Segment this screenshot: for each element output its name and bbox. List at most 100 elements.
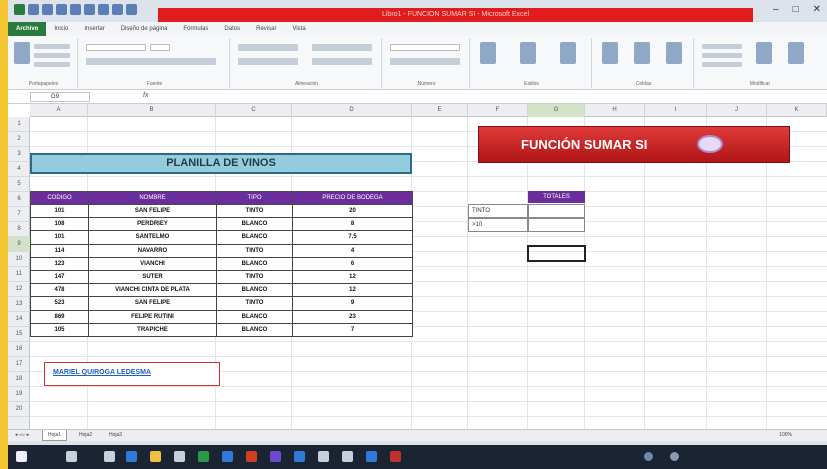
table-cell[interactable]: 12 [292, 269, 413, 285]
close-button[interactable]: ✕ [813, 4, 821, 15]
column-header[interactable]: F [468, 104, 528, 117]
row-header[interactable]: 2 [8, 132, 30, 147]
number-format-select[interactable] [390, 44, 460, 51]
column-header[interactable]: E [412, 104, 468, 117]
total-cell[interactable] [528, 218, 585, 232]
tab-vista[interactable]: Vista [284, 26, 313, 32]
onenote-taskbar-icon[interactable] [270, 451, 281, 462]
column-header[interactable]: B [88, 104, 216, 117]
table-header-cell[interactable]: TIPO [216, 191, 293, 205]
print-icon[interactable] [70, 4, 81, 15]
insert-cells-icon[interactable] [602, 42, 618, 64]
table-cell[interactable]: BLANCO [216, 230, 293, 245]
row-header[interactable]: 8 [8, 222, 30, 237]
powerpoint-taskbar-icon[interactable] [246, 451, 257, 462]
table-cell[interactable]: BLANCO [216, 256, 293, 271]
table-cell[interactable]: 8 [292, 217, 413, 232]
tab-datos[interactable]: Datos [216, 26, 248, 32]
row-header[interactable]: 15 [8, 327, 30, 342]
column-header[interactable]: J [707, 104, 767, 117]
windows-start-icon[interactable] [16, 451, 27, 462]
total-cell[interactable] [528, 204, 585, 218]
row-header[interactable]: 20 [8, 402, 30, 417]
row-header[interactable]: 7 [8, 207, 30, 222]
number-buttons[interactable] [390, 58, 460, 65]
table-cell[interactable]: NAVARRO [88, 243, 217, 258]
autosum-button[interactable] [702, 44, 742, 49]
table-header-cell[interactable]: NOMBRE [88, 191, 217, 205]
cut-button[interactable] [34, 44, 70, 49]
row-header[interactable]: 16 [8, 342, 30, 357]
worksheet-grid[interactable]: PLANILLA DE VINOS CODIGO NOMBRE TIPO PRE… [30, 117, 827, 429]
table-cell[interactable]: 9 [292, 296, 413, 311]
table-cell[interactable]: 23 [292, 309, 413, 324]
row-header[interactable]: 14 [8, 312, 30, 327]
table-cell[interactable]: 6 [292, 256, 413, 271]
cell-styles-icon[interactable] [560, 42, 576, 64]
table-cell[interactable]: 478 [30, 283, 89, 298]
tab-file[interactable]: Archivo [8, 22, 47, 36]
author-link[interactable]: MARIEL QUIROGA LEDESMA [53, 369, 151, 376]
table-cell[interactable]: BLANCO [216, 309, 293, 324]
row-header[interactable]: 13 [8, 297, 30, 312]
format-as-table-icon[interactable] [520, 42, 536, 64]
table-cell[interactable]: 12 [292, 283, 413, 298]
volume-icon[interactable] [670, 452, 679, 461]
format-painter-icon[interactable] [84, 4, 95, 15]
tab-formulas[interactable]: Fórmulas [175, 26, 216, 32]
table-cell[interactable]: 105 [30, 322, 89, 337]
table-cell[interactable]: VIANCHI CINTA DE PLATA [88, 283, 217, 298]
selected-cell[interactable] [527, 245, 586, 262]
merge-center-button[interactable] [312, 58, 372, 65]
redo-icon[interactable] [56, 4, 67, 15]
table-cell[interactable]: BLANCO [216, 322, 293, 337]
customize-icon[interactable] [126, 4, 137, 15]
table-cell[interactable]: 20 [292, 203, 413, 219]
table-header-cell[interactable]: PRECIO DE BODEGA [292, 191, 413, 205]
table-cell[interactable]: 108 [30, 217, 89, 232]
table-cell[interactable]: BLANCO [216, 217, 293, 232]
table-cell[interactable]: VIANCHI [88, 256, 217, 271]
sort-icon[interactable] [98, 4, 109, 15]
table-cell[interactable]: SUTER [88, 269, 217, 285]
font-format-buttons[interactable] [86, 58, 216, 65]
table-cell[interactable]: 523 [30, 296, 89, 311]
conditional-format-icon[interactable] [480, 42, 496, 64]
row-header[interactable]: 12 [8, 282, 30, 297]
table-cell[interactable]: 101 [30, 203, 89, 219]
tab-diseno[interactable]: Diseño de página [113, 26, 176, 32]
sheet-nav-arrows[interactable]: ◂ ◃ ▹ ▸ [10, 430, 34, 441]
column-header[interactable]: G [528, 104, 585, 117]
criteria-cell[interactable]: >10 [468, 218, 528, 232]
folder-icon[interactable] [150, 451, 161, 462]
table-cell[interactable]: TINTO [216, 203, 293, 219]
app-taskbar-icon[interactable] [318, 451, 329, 462]
outlook-taskbar-icon[interactable] [294, 451, 305, 462]
find-select-icon[interactable] [788, 42, 804, 64]
table-cell[interactable]: 123 [30, 256, 89, 271]
table-cell[interactable]: FELIPE RUTINI [88, 309, 217, 324]
table-cell[interactable]: 7 [292, 322, 413, 337]
clear-button[interactable] [702, 62, 742, 67]
table-cell[interactable]: TINTO [216, 269, 293, 285]
chart-icon[interactable] [112, 4, 123, 15]
table-cell[interactable]: BLANCO [216, 283, 293, 298]
totales-header[interactable]: TOTALES [528, 191, 585, 203]
fill-button[interactable] [702, 53, 742, 58]
table-cell[interactable]: TINTO [216, 296, 293, 311]
row-header[interactable]: 11 [8, 267, 30, 282]
search-icon[interactable] [66, 451, 77, 462]
table-cell[interactable]: SAN FELIPE [88, 203, 217, 219]
table-cell[interactable]: 147 [30, 269, 89, 285]
table-header-cell[interactable]: CODIGO [30, 191, 89, 205]
row-header[interactable]: 19 [8, 387, 30, 402]
edge-icon[interactable] [126, 451, 137, 462]
table-cell[interactable]: 869 [30, 309, 89, 324]
row-header[interactable]: 4 [8, 162, 30, 177]
planilla-title[interactable]: PLANILLA DE VINOS [30, 153, 412, 174]
name-box[interactable]: G9 [30, 92, 90, 102]
align-top-buttons[interactable] [238, 44, 298, 51]
column-header[interactable]: C [216, 104, 292, 117]
tab-revisar[interactable]: Revisar [248, 26, 284, 32]
author-box[interactable]: MARIEL QUIROGA LEDESMA [44, 362, 220, 386]
